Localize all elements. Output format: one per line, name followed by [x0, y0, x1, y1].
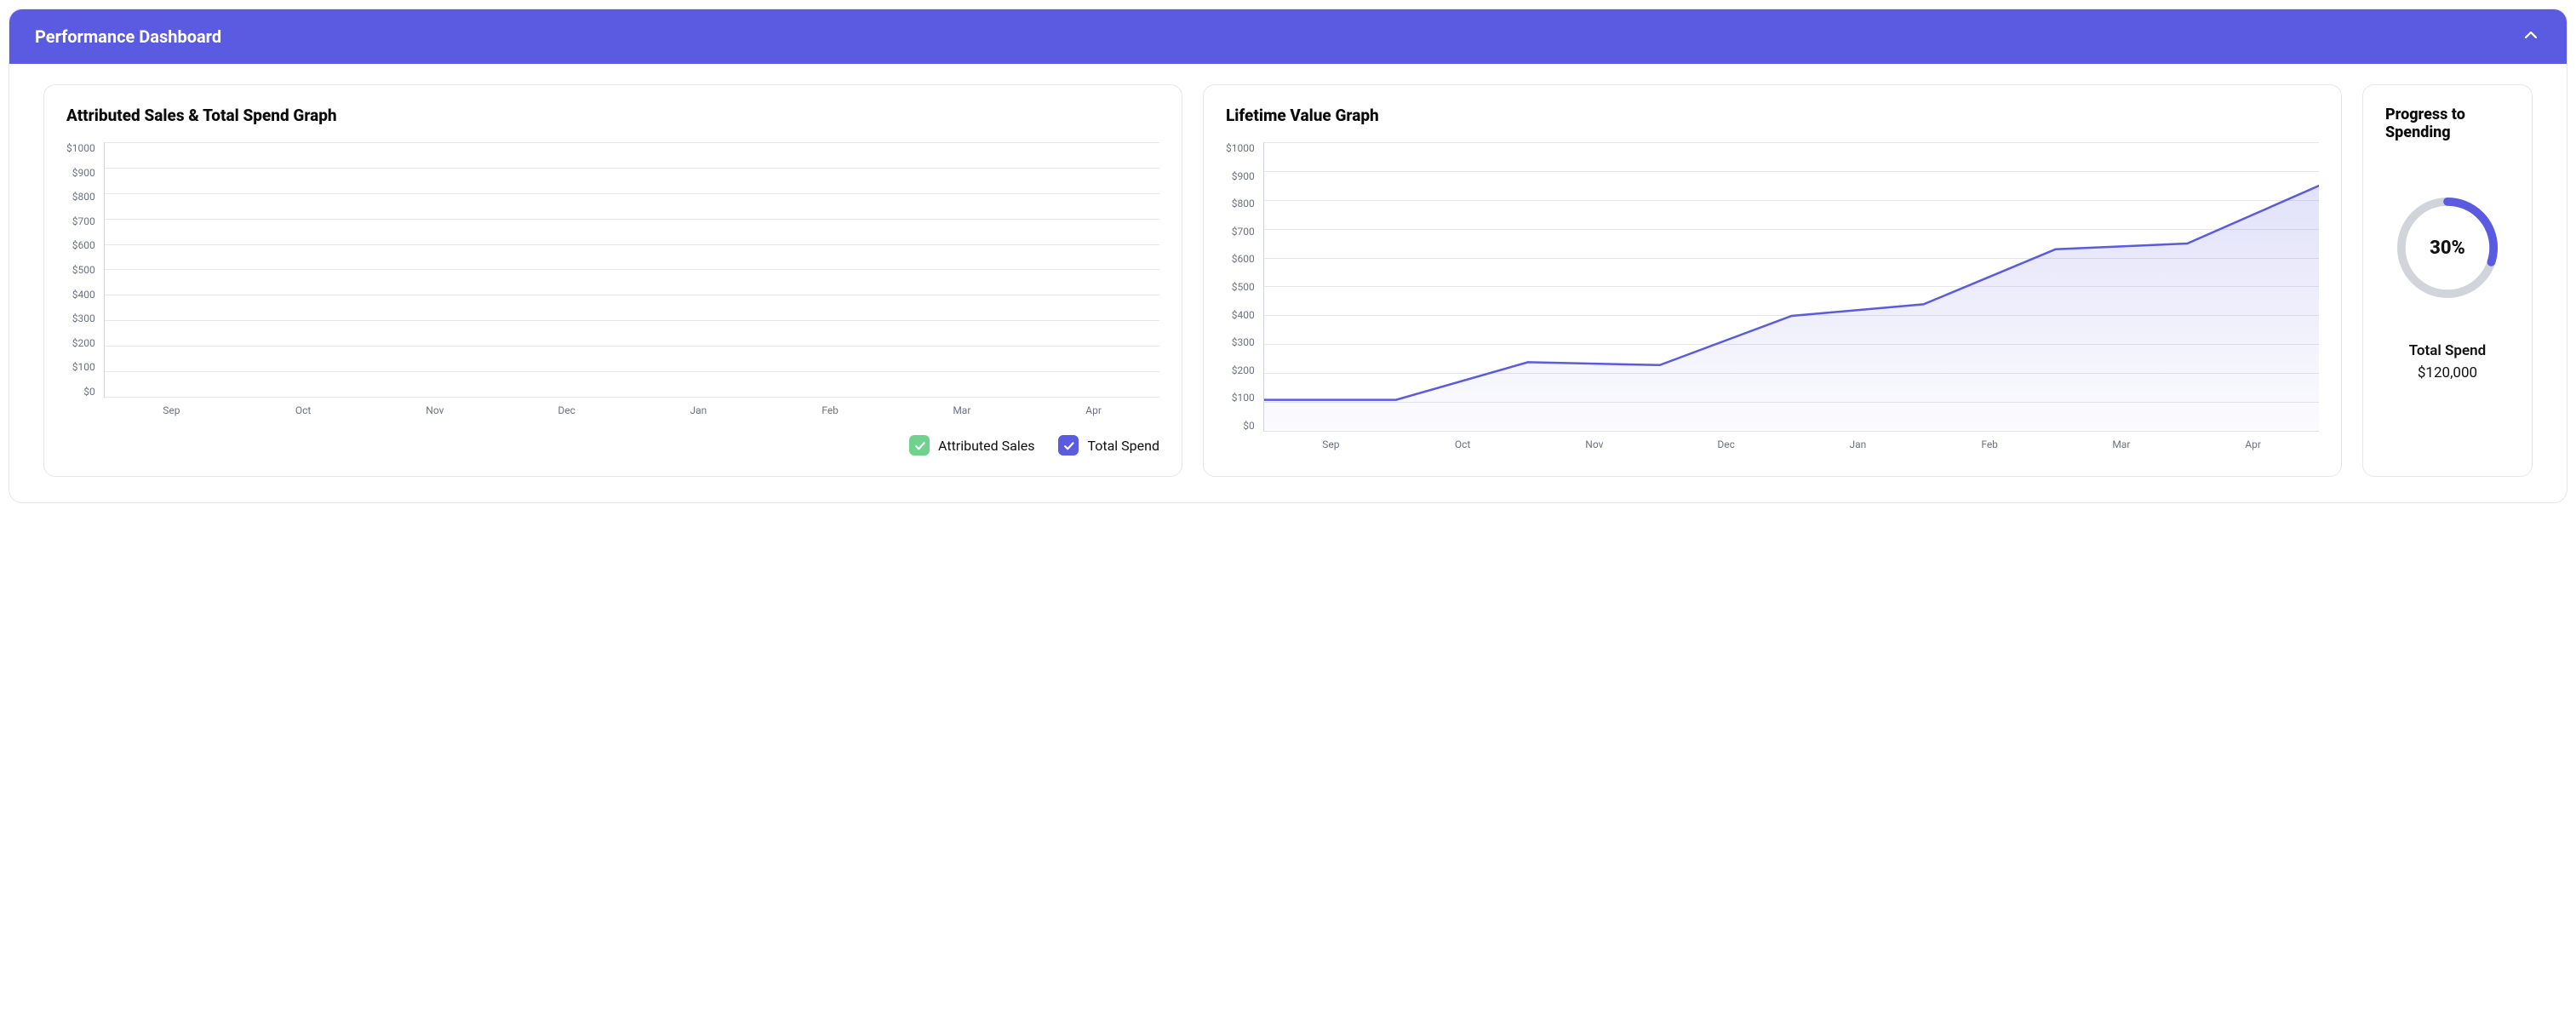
gauge: 30% Total Spend $120,000 [2385, 192, 2510, 381]
ytick-label: $200 [66, 337, 95, 349]
line-plot [1263, 142, 2319, 432]
ytick-label: $300 [1226, 336, 1255, 348]
bar-plot [104, 142, 1159, 398]
line-svg [1264, 142, 2319, 432]
xtick-label: Jan [633, 404, 764, 416]
xtick-label: Apr [2187, 438, 2319, 450]
ytick-label: $100 [1226, 392, 1255, 404]
card-title: Progress to Spending [2385, 106, 2510, 141]
xtick-label: Mar [896, 404, 1028, 416]
legend-label: Total Spend [1087, 438, 1159, 454]
stat-title: Total Spend [2409, 342, 2486, 359]
ytick-label: $800 [1226, 198, 1255, 209]
card-title: Lifetime Value Graph [1226, 106, 2319, 125]
stat-value: $120,000 [2418, 364, 2477, 381]
chevron-up-icon[interactable] [2521, 25, 2541, 49]
legend-attributed-sales[interactable]: Attributed Sales [909, 435, 1034, 456]
panel-title: Performance Dashboard [35, 26, 221, 47]
panel-body: Attributed Sales & Total Spend Graph $10… [9, 64, 2567, 502]
bar-chart: $1000 $900 $800 $700 $600 $500 $400 $300 $200 $10… [66, 142, 1159, 398]
ytick-label: $700 [66, 215, 95, 227]
xtick-label: Apr [1028, 404, 1159, 416]
area-fill [1264, 186, 2319, 432]
performance-dashboard-panel: Performance Dashboard Attributed Sales &… [9, 9, 2567, 503]
ytick-label: $600 [66, 239, 95, 251]
ytick-label: $0 [66, 386, 95, 398]
ytick-label: $900 [66, 167, 95, 179]
progress-to-spending-card: Progress to Spending 30% Total Spend $12… [2362, 84, 2533, 477]
bar-yaxis: $1000 $900 $800 $700 $600 $500 $400 $300 $200 $10… [66, 142, 104, 398]
ytick-label: $100 [66, 361, 95, 373]
ytick-label: $0 [1226, 420, 1255, 432]
xtick-label: Jan [1792, 438, 1924, 450]
xtick-label: Sep [1265, 438, 1397, 450]
ytick-label: $200 [1226, 364, 1255, 376]
lifetime-value-card: Lifetime Value Graph $1000 $900 $800 $700 $6… [1203, 84, 2342, 477]
xtick-label: Sep [106, 404, 238, 416]
xtick-label: Nov [1529, 438, 1661, 450]
line-xaxis: SepOctNovDecJanFebMarApr [1265, 432, 2319, 450]
check-icon [909, 435, 930, 456]
line-yaxis: $1000 $900 $800 $700 $600 $500 $400 $300 $200 $10… [1226, 142, 1263, 432]
ytick-label: $300 [66, 312, 95, 324]
xtick-label: Dec [1660, 438, 1792, 450]
bar-groups [105, 142, 1159, 398]
line-chart: $1000 $900 $800 $700 $600 $500 $400 $300 $200 $10… [1226, 142, 2319, 432]
xtick-label: Feb [1924, 438, 2056, 450]
ytick-label: $400 [66, 289, 95, 301]
xtick-label: Oct [238, 404, 369, 416]
ytick-label: $400 [1226, 309, 1255, 321]
card-title: Attributed Sales & Total Spend Graph [66, 106, 1159, 125]
bar-legend: Attributed Sales Total Spend [66, 435, 1159, 456]
xtick-label: Dec [501, 404, 633, 416]
ytick-label: $800 [66, 191, 95, 203]
legend-total-spend[interactable]: Total Spend [1058, 435, 1159, 456]
ytick-label: $900 [1226, 170, 1255, 182]
xtick-label: Feb [764, 404, 896, 416]
ytick-label: $500 [1226, 281, 1255, 293]
xtick-label: Oct [1397, 438, 1529, 450]
panel-header[interactable]: Performance Dashboard [9, 9, 2567, 64]
ytick-label: $1000 [66, 142, 95, 154]
check-icon [1058, 435, 1079, 456]
bar-xaxis: SepOctNovDecJanFebMarApr [106, 398, 1159, 416]
xtick-label: Nov [369, 404, 501, 416]
legend-label: Attributed Sales [938, 438, 1034, 454]
ytick-label: $700 [1226, 226, 1255, 238]
ytick-label: $500 [66, 264, 95, 276]
ytick-label: $1000 [1226, 142, 1255, 154]
attributed-sales-total-spend-card: Attributed Sales & Total Spend Graph $10… [43, 84, 1182, 477]
xtick-label: Mar [2056, 438, 2188, 450]
gauge-percent: 30% [2430, 238, 2465, 259]
ytick-label: $600 [1226, 253, 1255, 265]
